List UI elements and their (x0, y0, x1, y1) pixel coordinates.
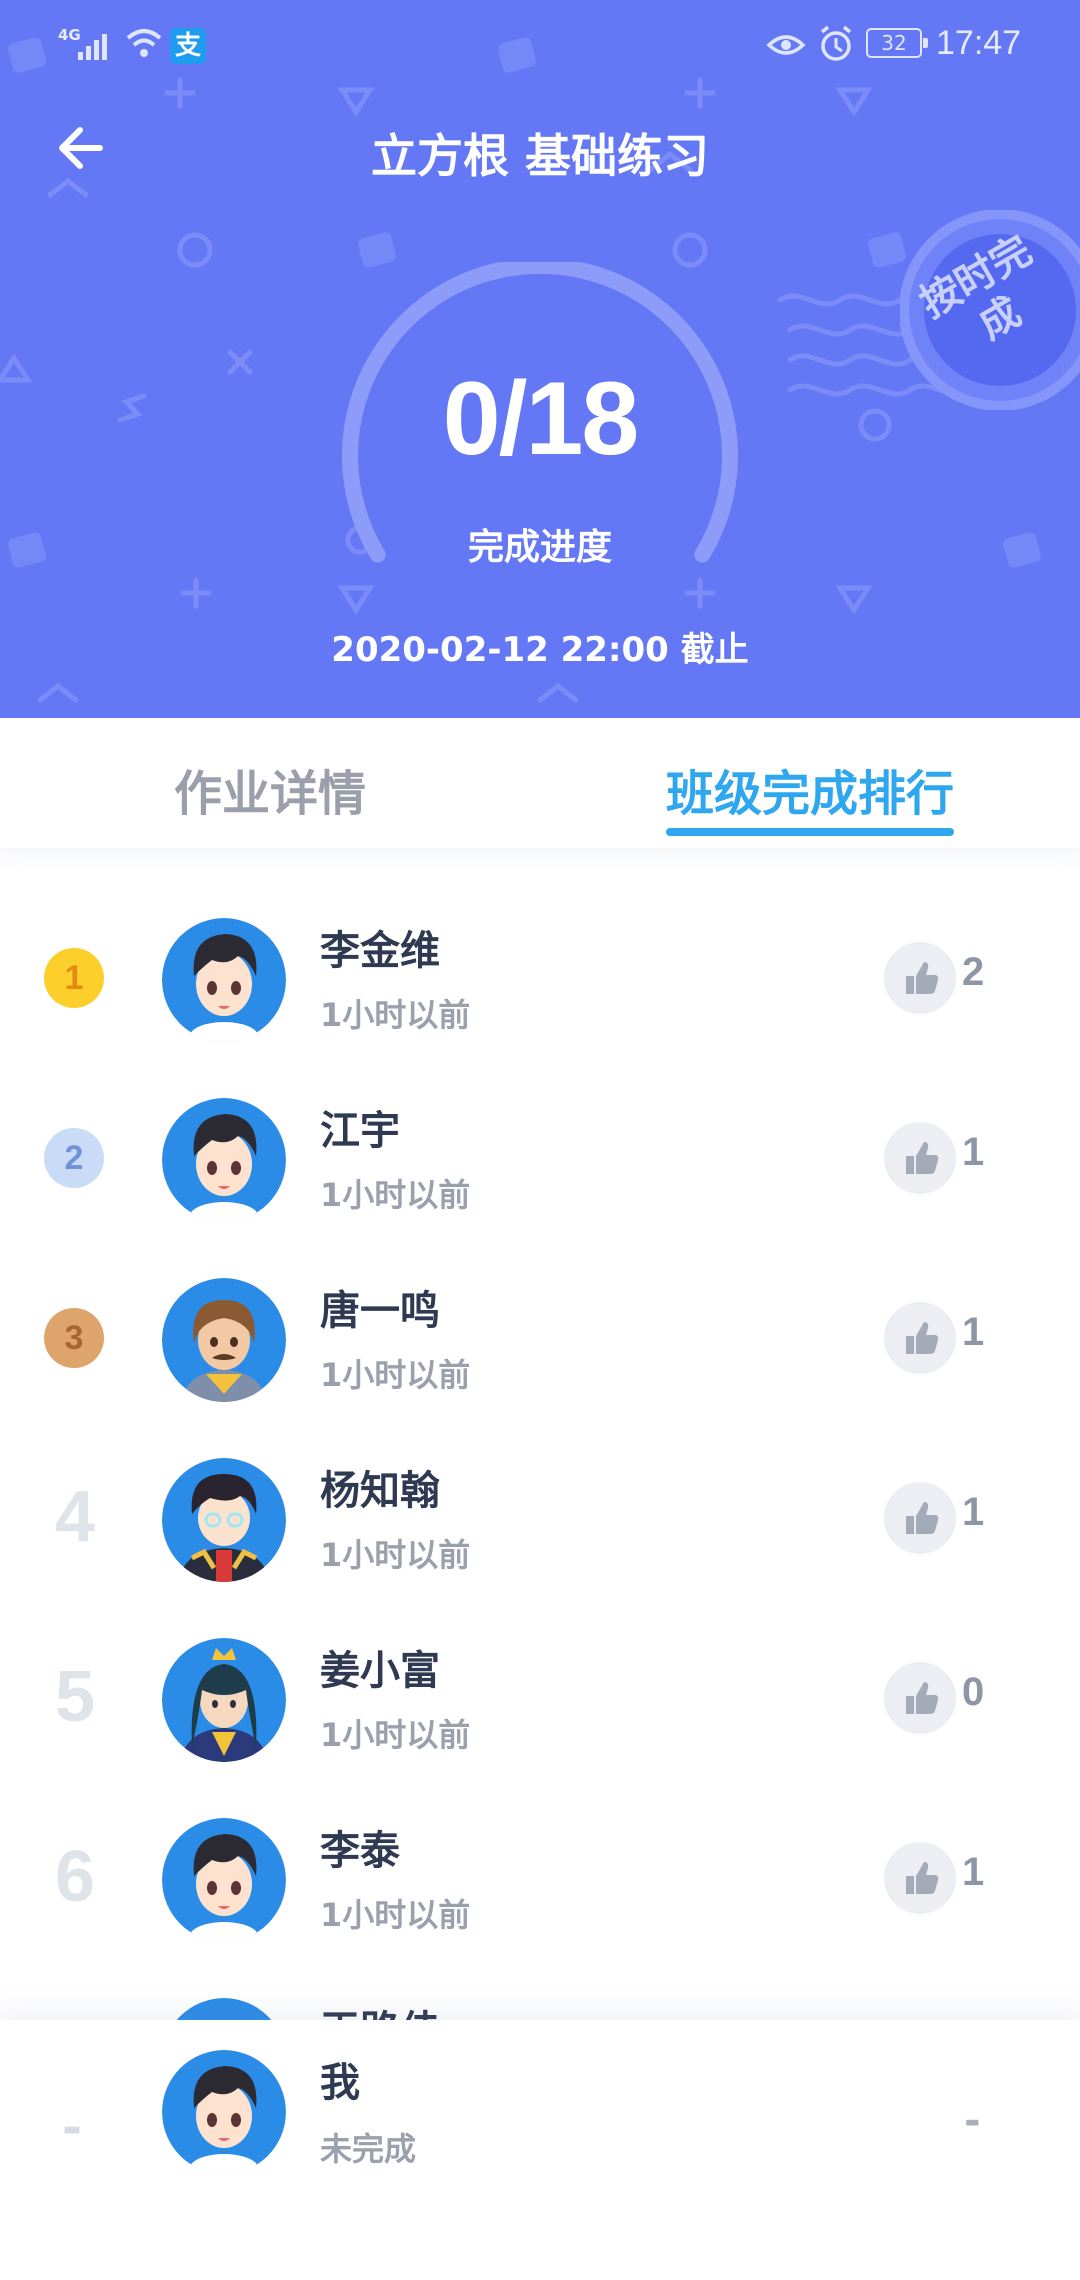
like-count: 1 (962, 1130, 985, 1174)
thumbs-up-icon[interactable] (884, 942, 956, 1014)
student-name: 王路佳 (320, 1998, 440, 2020)
avatar (162, 1818, 286, 1942)
header: 4G 支 32 17:47 立方根 基础练习 0/18 完成进度 2020-02… (0, 0, 1080, 718)
submit-time: 1小时以前 (320, 1716, 471, 1754)
list-item[interactable]: 2 江宇 1小时以前 1 (0, 1060, 1080, 1240)
like-count: 0 (962, 1670, 985, 1714)
avatar (162, 2050, 286, 2174)
avatar (162, 1458, 286, 1582)
avatar (162, 1098, 286, 1222)
avatar (162, 918, 286, 1042)
page-title: 立方根 基础练习 (370, 129, 709, 183)
thumbs-up-icon[interactable] (884, 1482, 956, 1554)
tab-bar: 作业详情 班级完成排行 (0, 718, 1080, 848)
silver-medal-icon: 2 (44, 1128, 104, 1188)
like-count: 1 (962, 1490, 985, 1534)
alipay-icon: 支 (170, 28, 206, 64)
list-item[interactable]: 王路佳 (0, 1960, 1080, 2020)
list-item[interactable]: 4 杨知翰 1小时以前 1 (0, 1420, 1080, 1600)
bronze-medal-icon: 3 (44, 1308, 104, 1368)
progress-label: 完成进度 (467, 527, 612, 568)
my-status: 未完成 (320, 2130, 417, 2168)
active-tab-indicator (666, 828, 954, 836)
student-name: 李金维 (320, 928, 440, 974)
student-name: 姜小富 (320, 1648, 440, 1694)
clock: 17:47 (936, 24, 1022, 62)
my-likes: - (964, 2098, 981, 2144)
student-name: 唐一鸣 (320, 1288, 440, 1334)
thumbs-up-icon[interactable] (884, 1842, 956, 1914)
tab-assignment-details[interactable]: 作业详情 (174, 754, 366, 824)
status-bar: 4G 支 32 17:47 (0, 0, 1080, 92)
like-count: 1 (962, 1850, 985, 1894)
avatar (162, 1278, 286, 1402)
thumbs-up-icon[interactable] (884, 1122, 956, 1194)
signal-icon (78, 34, 107, 60)
my-name: 我 (320, 2060, 360, 2106)
eye-comfort-icon (766, 35, 806, 55)
submit-time: 1小时以前 (320, 1176, 471, 1214)
submit-time: 1小时以前 (320, 1356, 471, 1394)
deadline-text: 2020-02-12 22:00 截止 (331, 630, 749, 670)
my-rank: - (62, 2100, 82, 2156)
list-item[interactable]: 6 李泰 1小时以前 1 (0, 1780, 1080, 1960)
submit-time: 1小时以前 (320, 1536, 471, 1574)
submit-time: 1小时以前 (320, 1896, 471, 1934)
student-name: 李泰 (320, 1828, 400, 1874)
my-ranking-row[interactable]: - 我 未完成 - (0, 2020, 1080, 2280)
tab-class-ranking[interactable]: 班级完成排行 (666, 754, 954, 824)
list-item[interactable]: 5 姜小富 1小时以前 0 (0, 1600, 1080, 1780)
ranking-list[interactable]: 1 李金维 1小时以前 2 2 江宇 1小时以前 1 3 唐一鸣 1小时以前 1… (0, 880, 1080, 2020)
alarm-icon (820, 25, 852, 61)
battery-icon: 32 (866, 28, 928, 58)
rank-number: 4 (54, 1477, 96, 1557)
like-count: 1 (962, 1310, 985, 1354)
avatar (176, 1998, 272, 2020)
list-item[interactable]: 1 李金维 1小时以前 2 (0, 880, 1080, 1060)
like-count: 2 (962, 950, 985, 994)
thumbs-up-icon[interactable] (884, 1302, 956, 1374)
gold-medal-icon: 1 (44, 948, 104, 1008)
rank-number: 6 (54, 1837, 96, 1917)
list-item[interactable]: 3 唐一鸣 1小时以前 1 (0, 1240, 1080, 1420)
thumbs-up-icon[interactable] (884, 1662, 956, 1734)
student-name: 杨知翰 (320, 1468, 440, 1514)
submit-time: 1小时以前 (320, 996, 471, 1034)
avatar (162, 1638, 286, 1762)
rank-number: 5 (54, 1657, 96, 1737)
student-name: 江宇 (320, 1108, 400, 1154)
wifi-icon (126, 29, 162, 57)
